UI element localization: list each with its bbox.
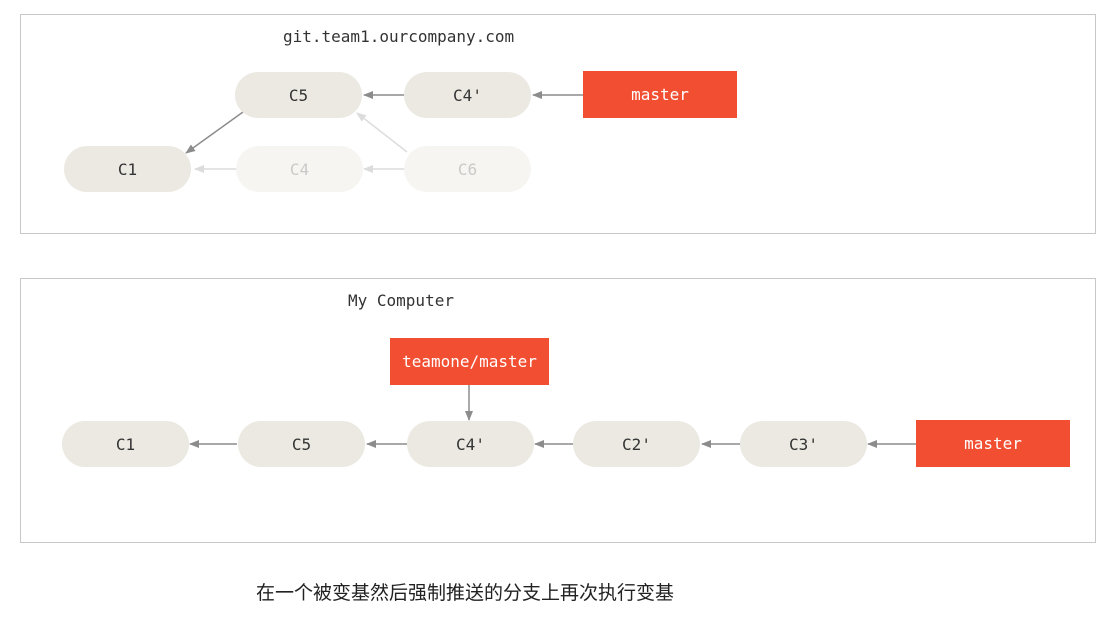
local-commit-c2prime: C2' xyxy=(573,421,700,467)
remote-panel-title: git.team1.ourcompany.com xyxy=(283,27,515,46)
remote-commit-c4-faded: C4 xyxy=(236,146,363,192)
local-commit-c5: C5 xyxy=(238,421,365,467)
local-commit-c4prime: C4' xyxy=(407,421,534,467)
figure-caption: 在一个被变基然后强制推送的分支上再次执行变基 xyxy=(255,582,674,604)
local-commit-c1: C1 xyxy=(62,421,189,467)
remote-branch-master: master xyxy=(583,71,737,118)
local-commit-c3prime: C3' xyxy=(740,421,867,467)
local-repo-panel xyxy=(20,278,1096,543)
remote-commit-c5: C5 xyxy=(235,72,362,118)
remote-commit-c6-faded: C6 xyxy=(404,146,531,192)
remote-commit-c4prime: C4' xyxy=(404,72,531,118)
remote-commit-c1: C1 xyxy=(64,146,191,192)
local-branch-teamone-master: teamone/master xyxy=(390,338,549,385)
remote-repo-panel xyxy=(20,14,1096,234)
local-branch-master: master xyxy=(916,420,1070,467)
local-panel-title: My Computer xyxy=(348,291,454,310)
